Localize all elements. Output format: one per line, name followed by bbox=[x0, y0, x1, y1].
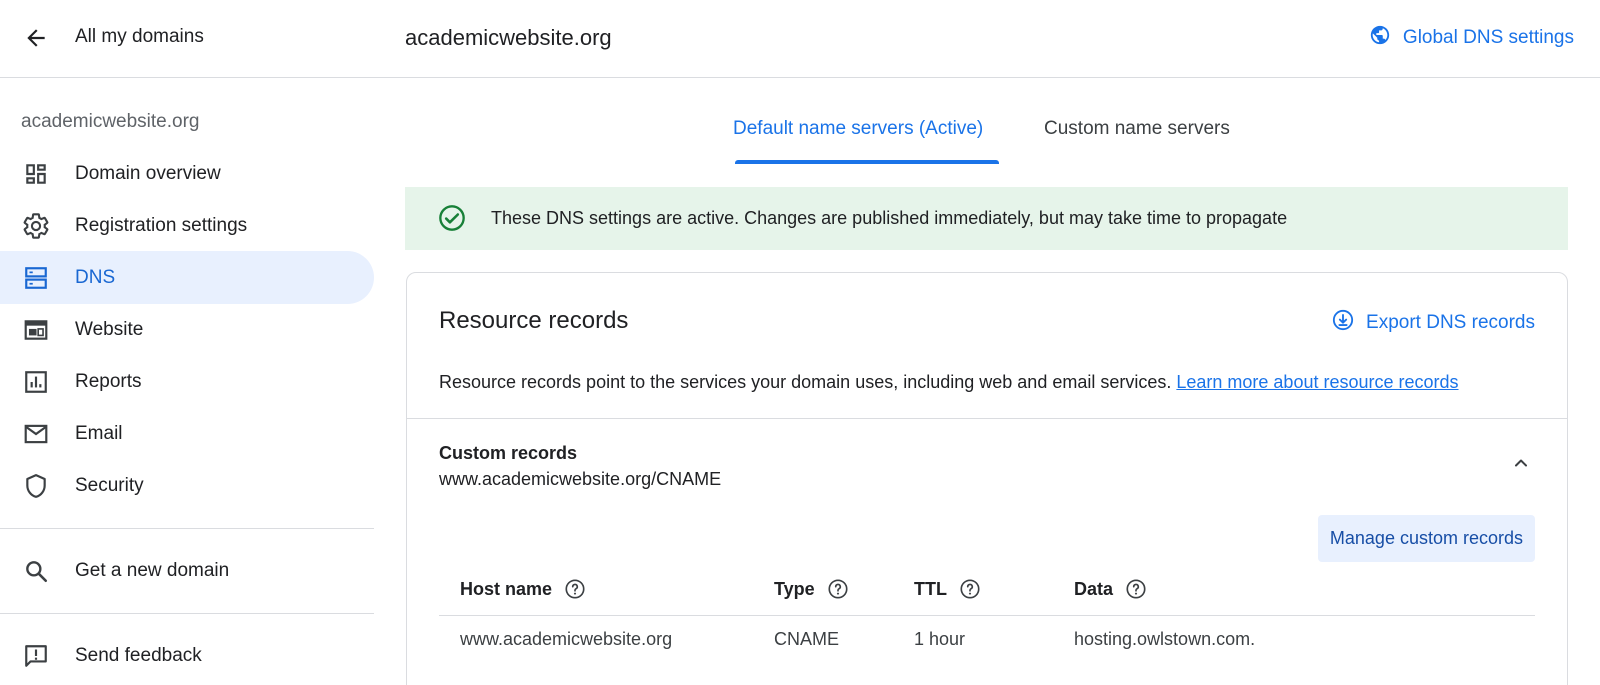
column-header-label: Type bbox=[774, 578, 815, 599]
sidebar-item-reports[interactable]: Reports bbox=[0, 355, 374, 408]
resource-records-card: Resource records Export DNS records Reso… bbox=[406, 272, 1568, 685]
dns-icon bbox=[22, 264, 50, 292]
help-icon[interactable] bbox=[827, 578, 849, 600]
email-icon bbox=[22, 420, 50, 448]
search-icon bbox=[22, 557, 50, 585]
sidebar-divider bbox=[0, 613, 374, 614]
column-header-host: Host name bbox=[460, 578, 586, 600]
sidebar-item-label: Email bbox=[75, 422, 123, 444]
sidebar-domain-name: academicwebsite.org bbox=[21, 111, 200, 132]
sidebar-item-label: Website bbox=[75, 318, 144, 340]
description-text: Resource records point to the services y… bbox=[439, 372, 1172, 392]
download-icon bbox=[1332, 309, 1354, 337]
dashboard-icon bbox=[22, 160, 50, 188]
sidebar-item-label: Security bbox=[75, 474, 144, 496]
export-label: Export DNS records bbox=[1366, 312, 1535, 333]
sidebar: academicwebsite.org Domain overview Regi… bbox=[0, 78, 374, 685]
sidebar-item-dns[interactable]: DNS bbox=[0, 251, 374, 304]
column-header-label: Data bbox=[1074, 578, 1114, 599]
column-header-ttl: TTL bbox=[914, 578, 981, 600]
export-dns-records-button[interactable]: Export DNS records bbox=[1332, 309, 1535, 337]
custom-records-subtitle: www.academicwebsite.org/CNAME bbox=[439, 469, 722, 489]
column-header-label: TTL bbox=[914, 578, 947, 599]
get-new-domain-link[interactable]: Get a new domain bbox=[0, 544, 374, 597]
send-feedback-label: Send feedback bbox=[75, 644, 202, 666]
gear-icon bbox=[22, 212, 50, 240]
sidebar-item-label: Domain overview bbox=[75, 162, 221, 184]
help-icon[interactable] bbox=[564, 578, 586, 600]
get-new-domain-label: Get a new domain bbox=[75, 559, 230, 581]
cell-type: CNAME bbox=[774, 629, 840, 649]
tab-custom-name-servers[interactable]: Custom name servers bbox=[1044, 118, 1230, 140]
website-icon bbox=[22, 316, 50, 344]
sidebar-item-label: Registration settings bbox=[75, 214, 248, 236]
sidebar-item-domain-overview[interactable]: Domain overview bbox=[0, 147, 374, 200]
learn-more-link[interactable]: Learn more about resource records bbox=[1176, 372, 1458, 392]
sidebar-item-email[interactable]: Email bbox=[0, 407, 374, 460]
cell-data: hosting.owlstown.com. bbox=[1074, 629, 1256, 649]
table-header-divider bbox=[439, 615, 1535, 616]
back-arrow-icon[interactable] bbox=[18, 20, 54, 56]
sidebar-item-label: Reports bbox=[75, 370, 142, 392]
column-header-type: Type bbox=[774, 578, 849, 600]
help-icon[interactable] bbox=[959, 578, 981, 600]
card-divider bbox=[407, 418, 1567, 419]
sidebar-divider bbox=[0, 528, 374, 529]
custom-records-title: Custom records bbox=[439, 443, 578, 463]
page-title: academicwebsite.org bbox=[405, 25, 612, 50]
reports-icon bbox=[22, 368, 50, 396]
active-tab-indicator bbox=[735, 160, 999, 164]
feedback-icon bbox=[22, 642, 50, 670]
banner-text: These DNS settings are active. Changes a… bbox=[491, 208, 1288, 228]
help-icon[interactable] bbox=[1125, 578, 1147, 600]
manage-custom-records-button[interactable]: Manage custom records bbox=[1317, 515, 1535, 562]
status-banner: These DNS settings are active. Changes a… bbox=[405, 187, 1568, 250]
sidebar-item-registration-settings[interactable]: Registration settings bbox=[0, 199, 374, 252]
shield-icon bbox=[22, 472, 50, 500]
card-title: Resource records bbox=[439, 307, 629, 334]
card-description: Resource records point to the services y… bbox=[439, 372, 1459, 393]
sidebar-item-website[interactable]: Website bbox=[0, 303, 374, 356]
sidebar-item-security[interactable]: Security bbox=[0, 459, 374, 512]
tab-default-name-servers[interactable]: Default name servers (Active) bbox=[733, 118, 983, 140]
top-bar: All my domains academicwebsite.org Globa… bbox=[0, 0, 1600, 78]
chevron-up-icon[interactable] bbox=[1509, 451, 1533, 475]
cell-host: www.academicwebsite.org bbox=[460, 629, 673, 649]
all-domains-link[interactable]: All my domains bbox=[75, 26, 204, 48]
send-feedback-link[interactable]: Send feedback bbox=[0, 629, 374, 682]
globe-icon bbox=[1369, 24, 1391, 52]
global-dns-label: Global DNS settings bbox=[1402, 27, 1574, 48]
column-header-label: Host name bbox=[460, 578, 553, 599]
cell-ttl: 1 hour bbox=[914, 629, 966, 649]
sidebar-item-label: DNS bbox=[75, 266, 116, 288]
global-dns-settings-link[interactable]: Global DNS settings bbox=[1369, 24, 1574, 52]
check-circle-icon bbox=[438, 204, 466, 237]
column-header-data: Data bbox=[1074, 578, 1147, 600]
